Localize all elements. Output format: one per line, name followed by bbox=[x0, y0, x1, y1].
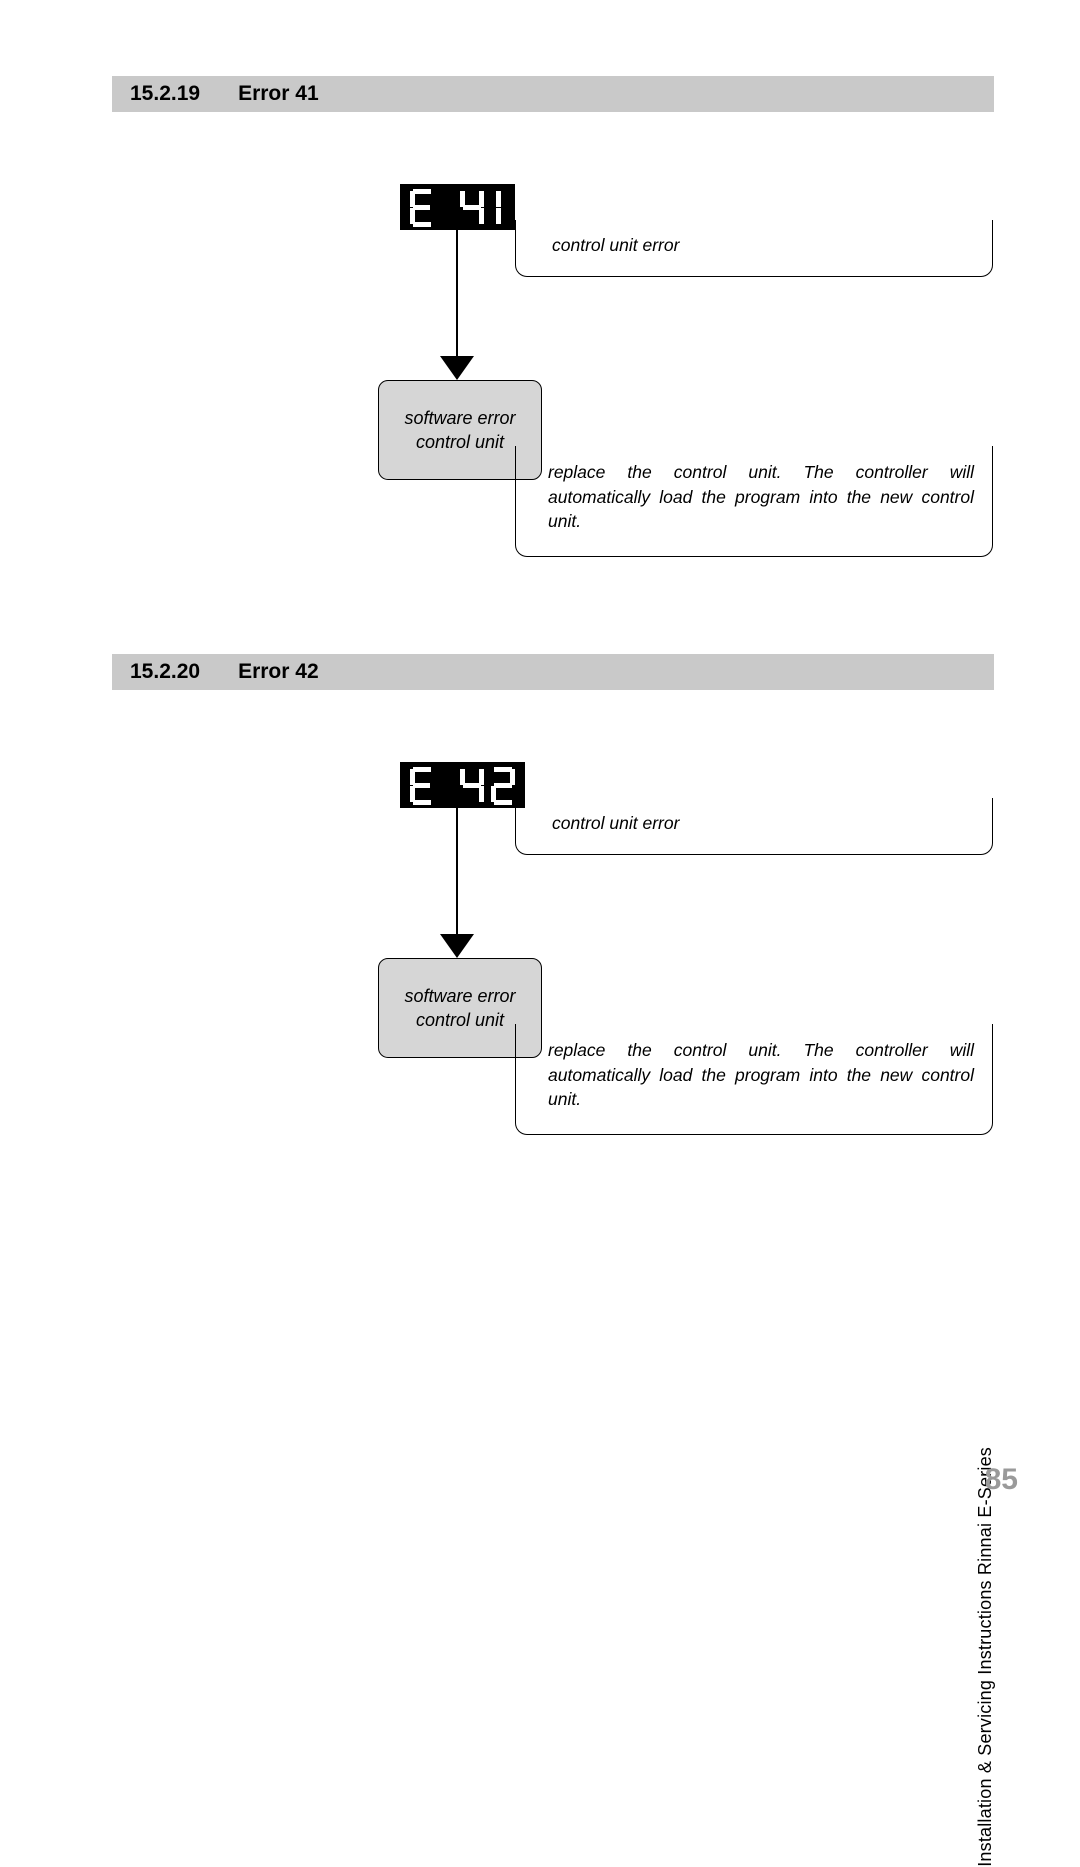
arrow-head-icon-2 bbox=[440, 934, 474, 958]
callout-text-2: control unit error bbox=[552, 813, 679, 833]
page-number: 85 bbox=[985, 1463, 1018, 1497]
arrow-line-1 bbox=[456, 230, 458, 358]
sw-box-line2-2: control unit bbox=[416, 1008, 504, 1032]
section-title-1: Error 41 bbox=[238, 82, 319, 106]
segment-1-icon bbox=[491, 189, 505, 227]
side-margin-text: Installation & Servicing Instructions Ri… bbox=[975, 1447, 996, 1867]
callout-top-2: control unit error bbox=[515, 798, 993, 855]
instruction-box-2: replace the control unit. The controller… bbox=[515, 1024, 993, 1135]
error-display-2 bbox=[400, 762, 525, 808]
arrow-line-2 bbox=[456, 808, 458, 936]
segment-e-icon bbox=[410, 767, 434, 805]
segment-2-icon bbox=[491, 767, 515, 805]
instruction-box-1: replace the control unit. The controller… bbox=[515, 446, 993, 557]
sw-box-line1-1: software error bbox=[404, 406, 515, 430]
sw-box-line1-2: software error bbox=[404, 984, 515, 1008]
instruction-text-2: replace the control unit. The controller… bbox=[548, 1040, 974, 1109]
callout-top-1: control unit error bbox=[515, 220, 993, 277]
segment-4-icon bbox=[460, 767, 484, 805]
error-display-1 bbox=[400, 184, 515, 230]
diagram-2: control unit error software error contro… bbox=[112, 762, 994, 1122]
sw-box-line2-1: control unit bbox=[416, 430, 504, 454]
section-number-1: 15.2.19 bbox=[130, 82, 200, 106]
callout-text-1: control unit error bbox=[552, 235, 679, 255]
segment-4-icon bbox=[460, 189, 484, 227]
arrow-head-icon-1 bbox=[440, 356, 474, 380]
section-header-1: 15.2.19 Error 41 bbox=[112, 76, 994, 112]
instruction-text-1: replace the control unit. The controller… bbox=[548, 462, 974, 531]
section-header-2: 15.2.20 Error 42 bbox=[112, 654, 994, 690]
segment-e-icon bbox=[410, 189, 434, 227]
section-number-2: 15.2.20 bbox=[130, 660, 200, 684]
diagram-1: control unit error software error contro… bbox=[112, 184, 994, 544]
section-title-2: Error 42 bbox=[238, 660, 319, 684]
